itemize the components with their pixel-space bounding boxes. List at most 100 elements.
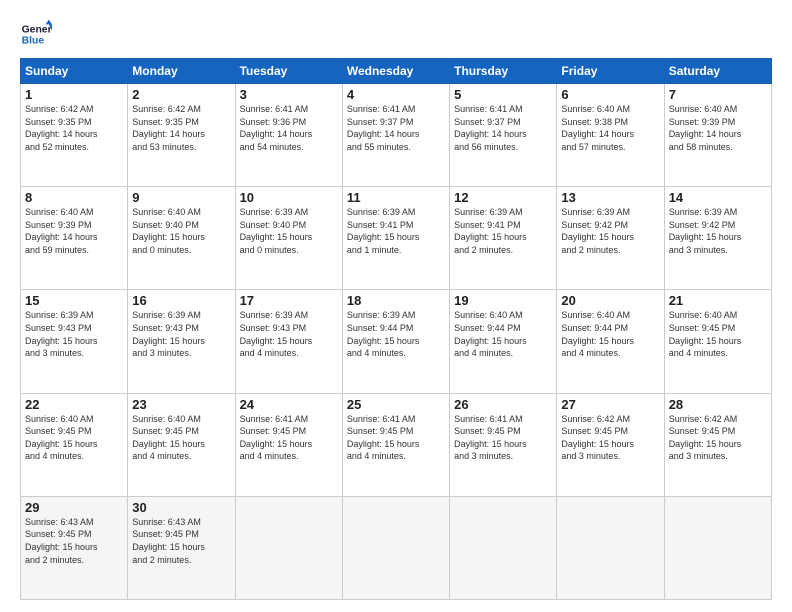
cell-info: Sunrise: 6:39 AM Sunset: 9:43 PM Dayligh…	[132, 309, 230, 359]
calendar-cell: 22Sunrise: 6:40 AM Sunset: 9:45 PM Dayli…	[21, 393, 128, 496]
cell-info: Sunrise: 6:40 AM Sunset: 9:39 PM Dayligh…	[25, 206, 123, 256]
cell-info: Sunrise: 6:39 AM Sunset: 9:43 PM Dayligh…	[240, 309, 338, 359]
calendar-cell: 7Sunrise: 6:40 AM Sunset: 9:39 PM Daylig…	[664, 84, 771, 187]
cell-info: Sunrise: 6:39 AM Sunset: 9:43 PM Dayligh…	[25, 309, 123, 359]
weekday-thursday: Thursday	[450, 59, 557, 84]
calendar-cell: 19Sunrise: 6:40 AM Sunset: 9:44 PM Dayli…	[450, 290, 557, 393]
week-row-2: 15Sunrise: 6:39 AM Sunset: 9:43 PM Dayli…	[21, 290, 772, 393]
cell-info: Sunrise: 6:40 AM Sunset: 9:39 PM Dayligh…	[669, 103, 767, 153]
calendar-cell: 6Sunrise: 6:40 AM Sunset: 9:38 PM Daylig…	[557, 84, 664, 187]
day-number: 8	[25, 190, 123, 205]
weekday-friday: Friday	[557, 59, 664, 84]
cell-info: Sunrise: 6:43 AM Sunset: 9:45 PM Dayligh…	[132, 516, 230, 566]
calendar-cell: 24Sunrise: 6:41 AM Sunset: 9:45 PM Dayli…	[235, 393, 342, 496]
week-row-4: 29Sunrise: 6:43 AM Sunset: 9:45 PM Dayli…	[21, 496, 772, 599]
cell-info: Sunrise: 6:40 AM Sunset: 9:45 PM Dayligh…	[132, 413, 230, 463]
day-number: 21	[669, 293, 767, 308]
calendar-cell: 28Sunrise: 6:42 AM Sunset: 9:45 PM Dayli…	[664, 393, 771, 496]
calendar-cell: 9Sunrise: 6:40 AM Sunset: 9:40 PM Daylig…	[128, 187, 235, 290]
cell-info: Sunrise: 6:39 AM Sunset: 9:41 PM Dayligh…	[347, 206, 445, 256]
weekday-monday: Monday	[128, 59, 235, 84]
calendar-cell: 15Sunrise: 6:39 AM Sunset: 9:43 PM Dayli…	[21, 290, 128, 393]
weekday-tuesday: Tuesday	[235, 59, 342, 84]
svg-text:General: General	[22, 24, 52, 35]
day-number: 18	[347, 293, 445, 308]
calendar-cell	[235, 496, 342, 599]
cell-info: Sunrise: 6:41 AM Sunset: 9:37 PM Dayligh…	[347, 103, 445, 153]
cell-info: Sunrise: 6:39 AM Sunset: 9:44 PM Dayligh…	[347, 309, 445, 359]
day-number: 26	[454, 397, 552, 412]
day-number: 14	[669, 190, 767, 205]
cell-info: Sunrise: 6:40 AM Sunset: 9:44 PM Dayligh…	[561, 309, 659, 359]
cell-info: Sunrise: 6:41 AM Sunset: 9:36 PM Dayligh…	[240, 103, 338, 153]
calendar-cell: 21Sunrise: 6:40 AM Sunset: 9:45 PM Dayli…	[664, 290, 771, 393]
svg-text:Blue: Blue	[22, 36, 45, 47]
day-number: 12	[454, 190, 552, 205]
calendar-cell: 4Sunrise: 6:41 AM Sunset: 9:37 PM Daylig…	[342, 84, 449, 187]
day-number: 27	[561, 397, 659, 412]
calendar-cell: 5Sunrise: 6:41 AM Sunset: 9:37 PM Daylig…	[450, 84, 557, 187]
day-number: 2	[132, 87, 230, 102]
day-number: 4	[347, 87, 445, 102]
cell-info: Sunrise: 6:43 AM Sunset: 9:45 PM Dayligh…	[25, 516, 123, 566]
day-number: 6	[561, 87, 659, 102]
day-number: 3	[240, 87, 338, 102]
calendar-cell: 10Sunrise: 6:39 AM Sunset: 9:40 PM Dayli…	[235, 187, 342, 290]
weekday-saturday: Saturday	[664, 59, 771, 84]
day-number: 30	[132, 500, 230, 515]
cell-info: Sunrise: 6:41 AM Sunset: 9:37 PM Dayligh…	[454, 103, 552, 153]
day-number: 24	[240, 397, 338, 412]
day-number: 1	[25, 87, 123, 102]
cell-info: Sunrise: 6:42 AM Sunset: 9:45 PM Dayligh…	[669, 413, 767, 463]
calendar-cell: 12Sunrise: 6:39 AM Sunset: 9:41 PM Dayli…	[450, 187, 557, 290]
day-number: 7	[669, 87, 767, 102]
cell-info: Sunrise: 6:40 AM Sunset: 9:38 PM Dayligh…	[561, 103, 659, 153]
weekday-header-row: SundayMondayTuesdayWednesdayThursdayFrid…	[21, 59, 772, 84]
day-number: 5	[454, 87, 552, 102]
calendar-cell: 18Sunrise: 6:39 AM Sunset: 9:44 PM Dayli…	[342, 290, 449, 393]
day-number: 16	[132, 293, 230, 308]
calendar-cell: 30Sunrise: 6:43 AM Sunset: 9:45 PM Dayli…	[128, 496, 235, 599]
logo: General Blue	[20, 18, 52, 50]
cell-info: Sunrise: 6:40 AM Sunset: 9:45 PM Dayligh…	[669, 309, 767, 359]
weekday-wednesday: Wednesday	[342, 59, 449, 84]
day-number: 17	[240, 293, 338, 308]
day-number: 22	[25, 397, 123, 412]
day-number: 25	[347, 397, 445, 412]
calendar-cell: 27Sunrise: 6:42 AM Sunset: 9:45 PM Dayli…	[557, 393, 664, 496]
calendar-cell: 25Sunrise: 6:41 AM Sunset: 9:45 PM Dayli…	[342, 393, 449, 496]
day-number: 11	[347, 190, 445, 205]
calendar-cell: 20Sunrise: 6:40 AM Sunset: 9:44 PM Dayli…	[557, 290, 664, 393]
calendar-cell: 3Sunrise: 6:41 AM Sunset: 9:36 PM Daylig…	[235, 84, 342, 187]
cell-info: Sunrise: 6:41 AM Sunset: 9:45 PM Dayligh…	[454, 413, 552, 463]
calendar-cell: 2Sunrise: 6:42 AM Sunset: 9:35 PM Daylig…	[128, 84, 235, 187]
calendar-cell: 14Sunrise: 6:39 AM Sunset: 9:42 PM Dayli…	[664, 187, 771, 290]
week-row-1: 8Sunrise: 6:40 AM Sunset: 9:39 PM Daylig…	[21, 187, 772, 290]
calendar-cell: 8Sunrise: 6:40 AM Sunset: 9:39 PM Daylig…	[21, 187, 128, 290]
calendar-cell	[342, 496, 449, 599]
calendar-cell	[664, 496, 771, 599]
cell-info: Sunrise: 6:42 AM Sunset: 9:35 PM Dayligh…	[132, 103, 230, 153]
cell-info: Sunrise: 6:40 AM Sunset: 9:40 PM Dayligh…	[132, 206, 230, 256]
day-number: 19	[454, 293, 552, 308]
day-number: 23	[132, 397, 230, 412]
cell-info: Sunrise: 6:41 AM Sunset: 9:45 PM Dayligh…	[347, 413, 445, 463]
cell-info: Sunrise: 6:39 AM Sunset: 9:42 PM Dayligh…	[561, 206, 659, 256]
cell-info: Sunrise: 6:39 AM Sunset: 9:42 PM Dayligh…	[669, 206, 767, 256]
cell-info: Sunrise: 6:40 AM Sunset: 9:45 PM Dayligh…	[25, 413, 123, 463]
week-row-0: 1Sunrise: 6:42 AM Sunset: 9:35 PM Daylig…	[21, 84, 772, 187]
calendar-cell: 23Sunrise: 6:40 AM Sunset: 9:45 PM Dayli…	[128, 393, 235, 496]
calendar-cell: 29Sunrise: 6:43 AM Sunset: 9:45 PM Dayli…	[21, 496, 128, 599]
day-number: 13	[561, 190, 659, 205]
calendar-cell: 13Sunrise: 6:39 AM Sunset: 9:42 PM Dayli…	[557, 187, 664, 290]
day-number: 28	[669, 397, 767, 412]
cell-info: Sunrise: 6:39 AM Sunset: 9:41 PM Dayligh…	[454, 206, 552, 256]
cell-info: Sunrise: 6:42 AM Sunset: 9:35 PM Dayligh…	[25, 103, 123, 153]
cell-info: Sunrise: 6:42 AM Sunset: 9:45 PM Dayligh…	[561, 413, 659, 463]
calendar-cell: 16Sunrise: 6:39 AM Sunset: 9:43 PM Dayli…	[128, 290, 235, 393]
calendar-cell	[450, 496, 557, 599]
logo-icon: General Blue	[20, 18, 52, 50]
calendar-cell: 11Sunrise: 6:39 AM Sunset: 9:41 PM Dayli…	[342, 187, 449, 290]
day-number: 15	[25, 293, 123, 308]
cell-info: Sunrise: 6:40 AM Sunset: 9:44 PM Dayligh…	[454, 309, 552, 359]
